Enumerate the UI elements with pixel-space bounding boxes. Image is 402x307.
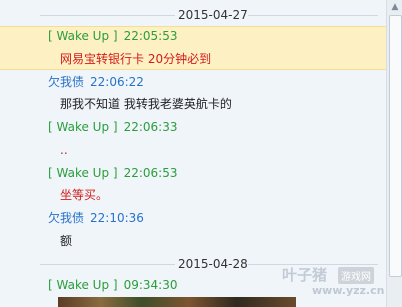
- divider: [248, 15, 378, 16]
- sender-name: 欠我债: [48, 75, 85, 89]
- chat-message[interactable]: [ Wake Up ] 22:05:53 网易宝转银行卡 20分钟必到: [0, 26, 386, 70]
- message-time: 09:34:30: [123, 278, 178, 292]
- message-time: 22:06:53: [123, 166, 178, 180]
- chat-history-pane: 2015-04-27 [ Wake Up ] 22:05:53 网易宝转银行卡 2…: [0, 0, 386, 307]
- message-header: [ Wake Up ] 22:06:53: [48, 165, 177, 181]
- message-header: [ Wake Up ] 09:34:30: [48, 277, 177, 293]
- watermark-main: 叶子猪: [282, 266, 328, 284]
- sender-name: 欠我债: [48, 211, 85, 225]
- message-header: [ Wake Up ] 22:05:53: [48, 28, 177, 44]
- message-time: 22:06:33: [123, 120, 178, 134]
- message-header: [ Wake Up ] 22:06:33: [48, 119, 177, 135]
- sender-name: [ Wake Up ]: [48, 166, 118, 180]
- scrollbar-thumb[interactable]: [389, 15, 402, 277]
- message-time: 22:05:53: [123, 29, 178, 43]
- watermark-tag: 游戏网: [338, 267, 374, 284]
- message-text: 网易宝转银行卡 20分钟必到: [60, 52, 212, 66]
- message-text: 坐等买。: [60, 188, 109, 202]
- sender-name: [ Wake Up ]: [48, 29, 118, 43]
- scroll-up-arrow-icon[interactable]: ▲: [390, 2, 400, 12]
- divider: [40, 264, 175, 265]
- watermark-url: www.yzz.cn: [312, 284, 385, 297]
- message-text: 额: [60, 234, 73, 248]
- date-label: 2015-04-27: [178, 8, 248, 22]
- date-label: 2015-04-28: [178, 257, 248, 271]
- message-time: 22:06:22: [90, 75, 144, 89]
- message-text: ..: [60, 143, 68, 157]
- message-header: 欠我债 22:06:22: [48, 74, 144, 90]
- chat-message[interactable]: [ Wake Up ] 22:06:53 坐等买。: [0, 164, 386, 206]
- divider: [40, 15, 175, 16]
- message-text: 那我不知道 我转我老婆英航卡的: [60, 97, 232, 111]
- chat-message[interactable]: 欠我债 22:06:22 那我不知道 我转我老婆英航卡的: [0, 72, 386, 116]
- message-image[interactable]: [58, 297, 296, 307]
- message-time: 22:10:36: [90, 211, 144, 225]
- sender-name: [ Wake Up ]: [48, 278, 118, 292]
- vertical-scrollbar[interactable]: ▲: [386, 0, 402, 307]
- chat-message[interactable]: 欠我债 22:10:36 额: [0, 208, 386, 252]
- sender-name: [ Wake Up ]: [48, 120, 118, 134]
- message-header: 欠我债 22:10:36: [48, 210, 144, 226]
- date-separator: 2015-04-27: [0, 7, 386, 23]
- chat-message[interactable]: [ Wake Up ] 22:06:33 ..: [0, 118, 386, 162]
- watermark-logo: 叶子猪 游戏网 www.yzz.cn: [282, 264, 385, 300]
